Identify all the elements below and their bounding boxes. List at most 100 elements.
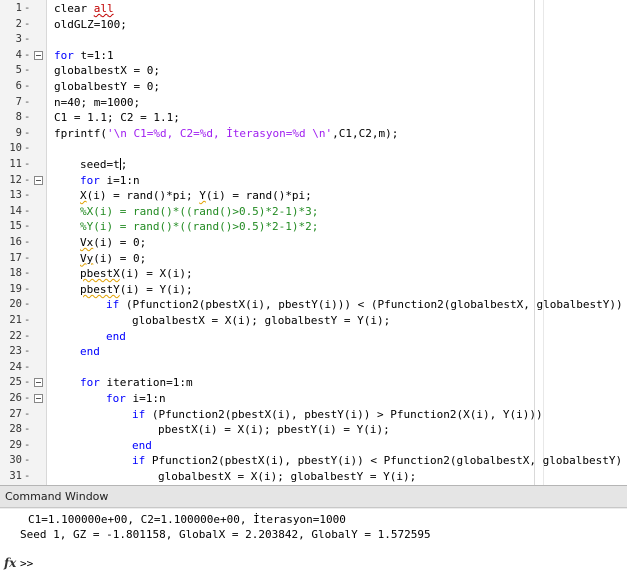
code-line[interactable]: 6- globalbestY = 0; xyxy=(0,79,627,94)
line-marker: - xyxy=(24,329,31,342)
line-marker: - xyxy=(24,80,31,92)
code-text: if (Pfunction2(pbestX(i), pbestY(i))) < … xyxy=(106,298,623,312)
code-text: pbestY(i) = Y(i); xyxy=(80,282,193,296)
code-line[interactable]: 23- end xyxy=(0,344,627,359)
line-number: 15 xyxy=(9,220,22,233)
code-line[interactable]: 10- xyxy=(0,141,627,156)
line-number: 8 xyxy=(15,111,22,124)
line-number: 7 xyxy=(15,95,22,108)
code-line[interactable]: 28- pbestX(i) = X(i); pbestY(i) = Y(i); xyxy=(0,422,627,437)
code-line[interactable]: 14- %X(i) = rand()*((rand()>0.5)*2-1)*3; xyxy=(0,204,627,219)
code-line[interactable]: 22- end xyxy=(0,329,627,344)
code-text: if (Pfunction2(pbestX(i), pbestY(i)) > P… xyxy=(132,407,543,421)
line-number: 18 xyxy=(9,267,22,280)
code-text: globalbestX = X(i); globalbestY = Y(i); xyxy=(158,470,417,483)
line-marker: - xyxy=(24,142,31,155)
line-marker: - xyxy=(24,236,31,248)
line-marker: - xyxy=(24,376,31,389)
command-prompt[interactable]: >> xyxy=(20,557,33,570)
line-marker: - xyxy=(24,189,31,202)
command-window-body[interactable]: C1=1.100000e+00, C2=1.100000e+00, İteras… xyxy=(0,509,627,575)
line-marker: - xyxy=(24,111,31,124)
code-line[interactable]: 3- xyxy=(0,32,627,47)
code-line[interactable]: 18- pbestX(i) = X(i); xyxy=(0,266,627,281)
line-number: 4 xyxy=(15,48,22,61)
code-line[interactable]: 16- Vx(i) = 0; xyxy=(0,235,627,250)
fold-toggle-icon[interactable] xyxy=(34,378,43,388)
code-text: seed=t; xyxy=(80,158,128,171)
line-number: 9 xyxy=(15,126,22,139)
line-number: 25 xyxy=(9,376,22,389)
code-line[interactable]: 4- for t=1:1 xyxy=(0,48,627,63)
line-number: 16 xyxy=(9,236,22,248)
code-line[interactable]: 15- %Y(i) = rand()*((rand()>0.5)*2-1)*2; xyxy=(0,219,627,234)
code-line[interactable]: 31- globalbestX = X(i); globalbestY = Y(i… xyxy=(0,469,627,484)
code-text: Vx(i) = 0; xyxy=(80,236,147,249)
line-marker: - xyxy=(24,392,31,404)
line-marker: - xyxy=(24,33,31,46)
line-number: 17 xyxy=(9,251,22,264)
fold-toggle-icon[interactable] xyxy=(34,175,43,185)
code-text: globalbestY = 0; xyxy=(54,80,160,93)
line-marker: - xyxy=(24,360,31,373)
code-line[interactable]: 8- C1 = 1.1; C2 = 1.1; xyxy=(0,110,627,125)
code-line[interactable]: 17- Vy(i) = 0; xyxy=(0,251,627,266)
line-number: 23 xyxy=(9,345,22,358)
code-line[interactable]: 25- for iteration=1:m xyxy=(0,375,627,390)
line-number: 24 xyxy=(9,360,22,373)
line-marker: - xyxy=(24,204,31,217)
code-text: if Pfunction2(pbestX(i), pbestY(i)) < Pf… xyxy=(132,454,623,468)
code-line[interactable]: 9- fprintf('\n C1=%d, C2=%d, İterasyon=%d… xyxy=(0,126,627,141)
code-line[interactable]: 20- if (Pfunction2(pbestX(i), pbestY(i)))… xyxy=(0,297,627,312)
fold-toggle-icon[interactable] xyxy=(34,394,43,403)
command-window-panel: Command Window C1=1.100000e+00, C2=1.100… xyxy=(0,485,627,575)
code-line[interactable]: 2- oldGLZ=100; xyxy=(0,17,627,32)
line-number: 29 xyxy=(9,438,22,451)
code-line[interactable]: 24- xyxy=(0,360,627,375)
line-marker: - xyxy=(24,423,31,436)
output-line-2: Seed 1, GZ = -1.801158, GlobalX = 2.2038… xyxy=(20,528,431,541)
code-text: fprintf('\n C1=%d, C2=%d, İterasyon=%d \… xyxy=(54,126,399,140)
code-text: for i=1:n xyxy=(80,173,140,187)
line-marker: - xyxy=(24,267,31,280)
line-marker: - xyxy=(24,220,31,233)
code-line[interactable]: 27- if (Pfunction2(pbestX(i), pbestY(i)) … xyxy=(0,407,627,422)
code-line[interactable]: 7- n=40; m=1000; xyxy=(0,95,627,110)
line-marker: - xyxy=(24,126,31,139)
line-number: 2 xyxy=(15,17,22,30)
code-line[interactable]: 13- X(i) = rand()*pi; Y(i) = rand()*pi; xyxy=(0,188,627,203)
code-text: %X(i) = rand()*((rand()>0.5)*2-1)*3; xyxy=(80,204,319,218)
line-number: 11 xyxy=(9,158,22,170)
line-marker: - xyxy=(24,95,31,108)
code-text: end xyxy=(132,438,152,452)
code-line[interactable]: 12- for i=1:n xyxy=(0,173,627,188)
code-line[interactable]: 30- if Pfunction2(pbestX(i), pbestY(i)) <… xyxy=(0,453,627,468)
code-text: %Y(i) = rand()*((rand()>0.5)*2-1)*2; xyxy=(80,220,319,234)
line-number: 13 xyxy=(9,189,22,202)
code-line[interactable]: 21- globalbestX = X(i); globalbestY = Y(i… xyxy=(0,313,627,328)
line-number: 1 xyxy=(15,2,22,14)
code-text: C1 = 1.1; C2 = 1.1; xyxy=(54,111,180,125)
line-marker: - xyxy=(24,158,31,170)
line-number: 14 xyxy=(9,204,22,217)
code-line[interactable]: 5- globalbestX = 0; xyxy=(0,63,627,78)
code-text: end xyxy=(80,345,100,359)
code-line[interactable]: 26- for i=1:n xyxy=(0,391,627,406)
line-number: 28 xyxy=(9,423,22,436)
code-text: for t=1:1 xyxy=(54,48,114,62)
code-text: globalbestX = 0; xyxy=(54,64,160,78)
code-line[interactable]: 1- clear all xyxy=(0,1,627,16)
code-line[interactable]: 29- end xyxy=(0,438,627,453)
fx-icon[interactable]: fx xyxy=(4,556,16,570)
line-marker: - xyxy=(24,298,31,311)
line-number: 19 xyxy=(9,282,22,295)
code-line[interactable]: 19- pbestY(i) = Y(i); xyxy=(0,282,627,297)
command-window-title: Command Window xyxy=(0,486,627,508)
code-text: for i=1:n xyxy=(106,392,166,405)
line-marker: - xyxy=(24,345,31,358)
fold-toggle-icon[interactable] xyxy=(34,50,43,60)
line-number: 30 xyxy=(9,454,22,467)
code-text: X(i) = rand()*pi; Y(i) = rand()*pi; xyxy=(80,189,312,203)
code-editor[interactable]: 1- clear all 2- oldGLZ=100; 3-4- for t=1:1 5- g… xyxy=(0,0,627,485)
code-line[interactable]: 11- seed=t; xyxy=(0,157,627,172)
